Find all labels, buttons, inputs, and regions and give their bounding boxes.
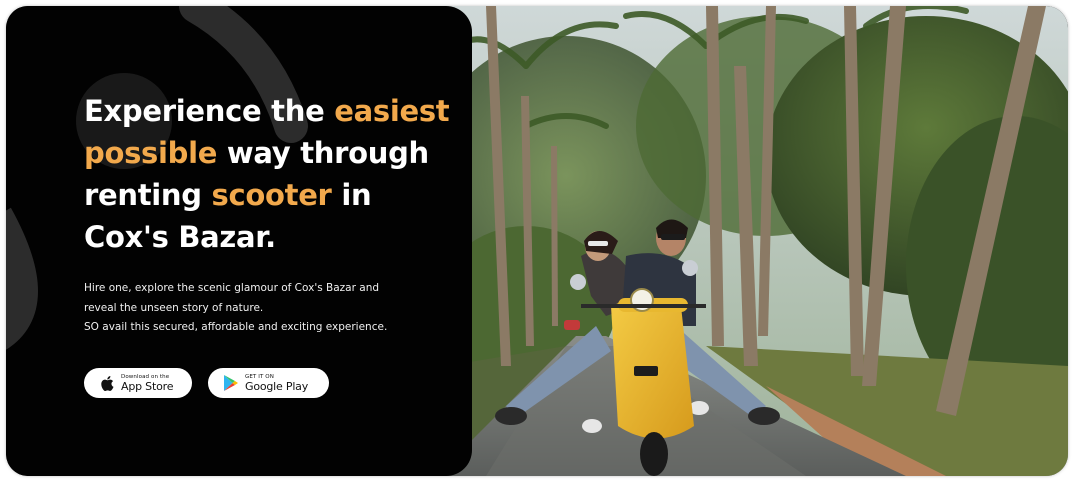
description-line: reveal the unseen story of nature. [84, 301, 264, 314]
google-play-text: GET IT ON Google Play [245, 374, 308, 393]
hero-banner: Experience the easiest possible way thro… [6, 6, 1068, 476]
headline-highlight-easiest: easiest [334, 94, 450, 128]
google-play-icon [222, 373, 240, 393]
hero-text-panel: Experience the easiest possible way thro… [6, 6, 472, 476]
apple-icon [98, 373, 116, 393]
app-store-button[interactable]: Download on the App Store [84, 368, 192, 398]
headline-text: way through [217, 136, 429, 170]
app-store-label: App Store [121, 379, 174, 393]
google-play-button[interactable]: GET IT ON Google Play [208, 368, 329, 398]
headline-highlight-scooter: scooter [211, 178, 332, 212]
hero-description: Hire one, explore the scenic glamour of … [84, 279, 444, 338]
headline-text: in [331, 178, 372, 212]
headline-text: renting [84, 178, 212, 212]
hero-headline: Experience the easiest possible way thro… [84, 90, 454, 258]
description-line: Hire one, explore the scenic glamour of … [84, 282, 380, 294]
description-line: SO avail this secured, affordable and ex… [84, 321, 388, 333]
headline-text: Cox's Bazar. [84, 220, 276, 254]
headline-highlight-possible: possible [84, 136, 218, 170]
google-play-label: Google Play [245, 379, 309, 393]
headline-text: Experience the [84, 94, 335, 128]
app-store-text: Download on the App Store [121, 374, 173, 393]
